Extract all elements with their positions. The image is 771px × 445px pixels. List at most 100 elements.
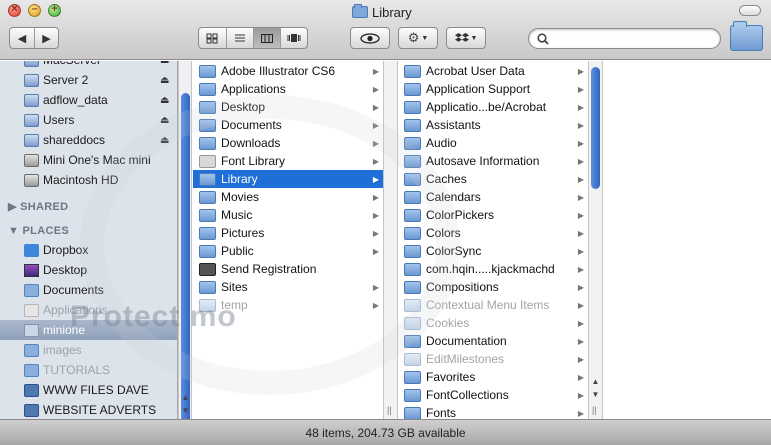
column-item[interactable]: Caches ▶ xyxy=(398,170,588,188)
folder-icon xyxy=(404,244,421,258)
column-item[interactable]: Fonts ▶ xyxy=(398,404,588,419)
sidebar-item[interactable]: TUTORIALS xyxy=(0,360,177,380)
minimize-window-button[interactable]: – xyxy=(28,3,41,17)
icon-view-button[interactable] xyxy=(199,28,226,48)
column-item[interactable]: Acrobat User Data ▶ xyxy=(398,62,588,80)
sidebar-section-places[interactable]: ▼ PLACES xyxy=(8,225,69,237)
column-item[interactable]: Movies ▶ xyxy=(193,188,383,206)
computer-icon xyxy=(24,153,39,167)
folder-icon xyxy=(24,283,39,297)
column-item[interactable]: Application Support ▶ xyxy=(398,80,588,98)
sidebar-scrollbar[interactable]: ▲ ▼ xyxy=(178,61,192,445)
column-item[interactable]: EditMilestones ▶ xyxy=(398,350,588,368)
back-arrow-icon: ◀ xyxy=(17,32,27,45)
sidebar-item[interactable]: Server 2 ⏏ xyxy=(0,70,177,90)
column-item[interactable]: Cookies ▶ xyxy=(398,314,588,332)
eject-icon[interactable]: ⏏ xyxy=(160,75,169,86)
column-item[interactable]: temp ▶ xyxy=(193,296,383,314)
forward-button[interactable]: ▶ xyxy=(33,28,58,48)
sidebar-item[interactable]: MacServer ⏏ xyxy=(0,61,177,70)
action-menu-button[interactable]: ⚙ ▼ xyxy=(398,27,438,49)
sidebar-item[interactable]: Users ⏏ xyxy=(0,110,177,130)
resize-grip-icon: || xyxy=(387,405,392,415)
column-item[interactable]: ColorPickers ▶ xyxy=(398,206,588,224)
list-view-button[interactable] xyxy=(225,28,253,48)
downloads-folder-icon xyxy=(199,136,216,150)
scroll-up-arrow-icon[interactable]: ▲ xyxy=(589,375,602,388)
column-scroll-thumb[interactable] xyxy=(591,67,600,189)
close-window-button[interactable]: × xyxy=(8,3,21,17)
sidebar-item[interactable]: adflow_data ⏏ xyxy=(0,90,177,110)
quick-look-button[interactable] xyxy=(350,27,390,49)
disclosure-arrow-icon: ▶ xyxy=(372,156,379,166)
sidebar-item[interactable]: WWW FILES DAVE xyxy=(0,380,177,400)
sidebar-item-label: Applications xyxy=(43,303,108,317)
column-item[interactable]: Applications ▶ xyxy=(193,80,383,98)
column-item[interactable]: Contextual Menu Items ▶ xyxy=(398,296,588,314)
column-item[interactable]: com.hqin.....kjackmachd ▶ xyxy=(398,260,588,278)
column-item[interactable]: Desktop ▶ xyxy=(193,98,383,116)
sidebar-item[interactable]: WEBSITE ADVERTS xyxy=(0,400,177,419)
column-scrollbar[interactable]: ▲ ▼ || xyxy=(588,61,603,419)
toolbar-toggle-button[interactable] xyxy=(739,5,761,16)
sidebar-item[interactable]: images xyxy=(0,340,177,360)
column-item[interactable]: Documentation ▶ xyxy=(398,332,588,350)
column-item[interactable]: Favorites ▶ xyxy=(398,368,588,386)
column-item[interactable]: Documents ▶ xyxy=(193,116,383,134)
sidebar-item[interactable]: Mini One's Mac mini xyxy=(0,150,177,170)
disclosure-arrow-icon: ▶ xyxy=(372,102,379,112)
column-item[interactable]: Public ▶ xyxy=(193,242,383,260)
scroll-up-arrow-icon[interactable]: ▲ xyxy=(179,391,192,404)
column-item[interactable]: Sites ▶ xyxy=(193,278,383,296)
eject-icon[interactable]: ⏏ xyxy=(160,61,169,66)
column-item[interactable]: Send Registration xyxy=(193,260,383,278)
disclosure-arrow-icon: ▶ xyxy=(577,318,584,328)
search-field[interactable] xyxy=(528,28,721,49)
scroll-down-arrow-icon[interactable]: ▼ xyxy=(589,388,602,401)
sidebar-item[interactable]: Documents xyxy=(0,280,177,300)
eject-icon[interactable]: ⏏ xyxy=(160,95,169,106)
column-item[interactable]: Calendars ▶ xyxy=(398,188,588,206)
column-item[interactable]: Assistants ▶ xyxy=(398,116,588,134)
sidebar-item[interactable]: shareddocs ⏏ xyxy=(0,130,177,150)
column-item[interactable]: Library ▶ xyxy=(193,170,383,188)
column-item-label: Documents xyxy=(221,118,282,132)
column-view-button[interactable] xyxy=(252,28,280,48)
column-item-label: Favorites xyxy=(426,370,476,384)
column-item-label: Sites xyxy=(221,280,248,294)
column-item[interactable]: Music ▶ xyxy=(193,206,383,224)
window-title-text: Library xyxy=(372,4,412,20)
column-item[interactable]: ColorSync ▶ xyxy=(398,242,588,260)
eject-icon[interactable]: ⏏ xyxy=(160,135,169,146)
column-item[interactable]: Font Library ▶ xyxy=(193,152,383,170)
sidebar-item-label: Users xyxy=(43,113,75,127)
sidebar-item[interactable]: Applications xyxy=(0,300,177,320)
column-item[interactable]: Audio ▶ xyxy=(398,134,588,152)
folder-path-icon[interactable] xyxy=(730,21,763,51)
sidebar-section-shared[interactable]: ▶ SHARED xyxy=(8,200,68,213)
zoom-window-button[interactable]: + xyxy=(48,3,61,17)
cover-flow-view-button[interactable] xyxy=(279,28,307,48)
column-item[interactable]: Pictures ▶ xyxy=(193,224,383,242)
sidebar-item[interactable]: minione xyxy=(0,320,177,340)
sidebar-item[interactable]: Macintosh HD xyxy=(0,170,177,190)
column-item[interactable]: Downloads ▶ xyxy=(193,134,383,152)
sidebar-item-label: minione xyxy=(43,323,86,337)
column-item[interactable]: Autosave Information ▶ xyxy=(398,152,588,170)
sidebar-item[interactable]: Desktop xyxy=(0,260,177,280)
back-button[interactable]: ◀ xyxy=(10,28,34,48)
scroll-down-arrow-icon[interactable]: ▼ xyxy=(179,404,192,417)
column-item[interactable]: Applicatio...be/Acrobat ▶ xyxy=(398,98,588,116)
dropbox-menu-button[interactable]: ▼ xyxy=(446,27,486,49)
sidebar-item[interactable]: Dropbox xyxy=(0,240,177,260)
folder-icon xyxy=(404,172,421,186)
eject-icon[interactable]: ⏏ xyxy=(160,115,169,126)
column-item[interactable]: FontCollections ▶ xyxy=(398,386,588,404)
column-resize-handle[interactable]: || xyxy=(383,61,398,419)
search-input[interactable] xyxy=(553,31,713,46)
column-item[interactable]: Colors ▶ xyxy=(398,224,588,242)
column-item-label: com.hqin.....kjackmachd xyxy=(426,262,555,276)
column-item[interactable]: Adobe Illustrator CS6 ▶ xyxy=(193,62,383,80)
column-item[interactable]: Compositions ▶ xyxy=(398,278,588,296)
disclosure-arrow-icon: ▶ xyxy=(577,246,584,256)
